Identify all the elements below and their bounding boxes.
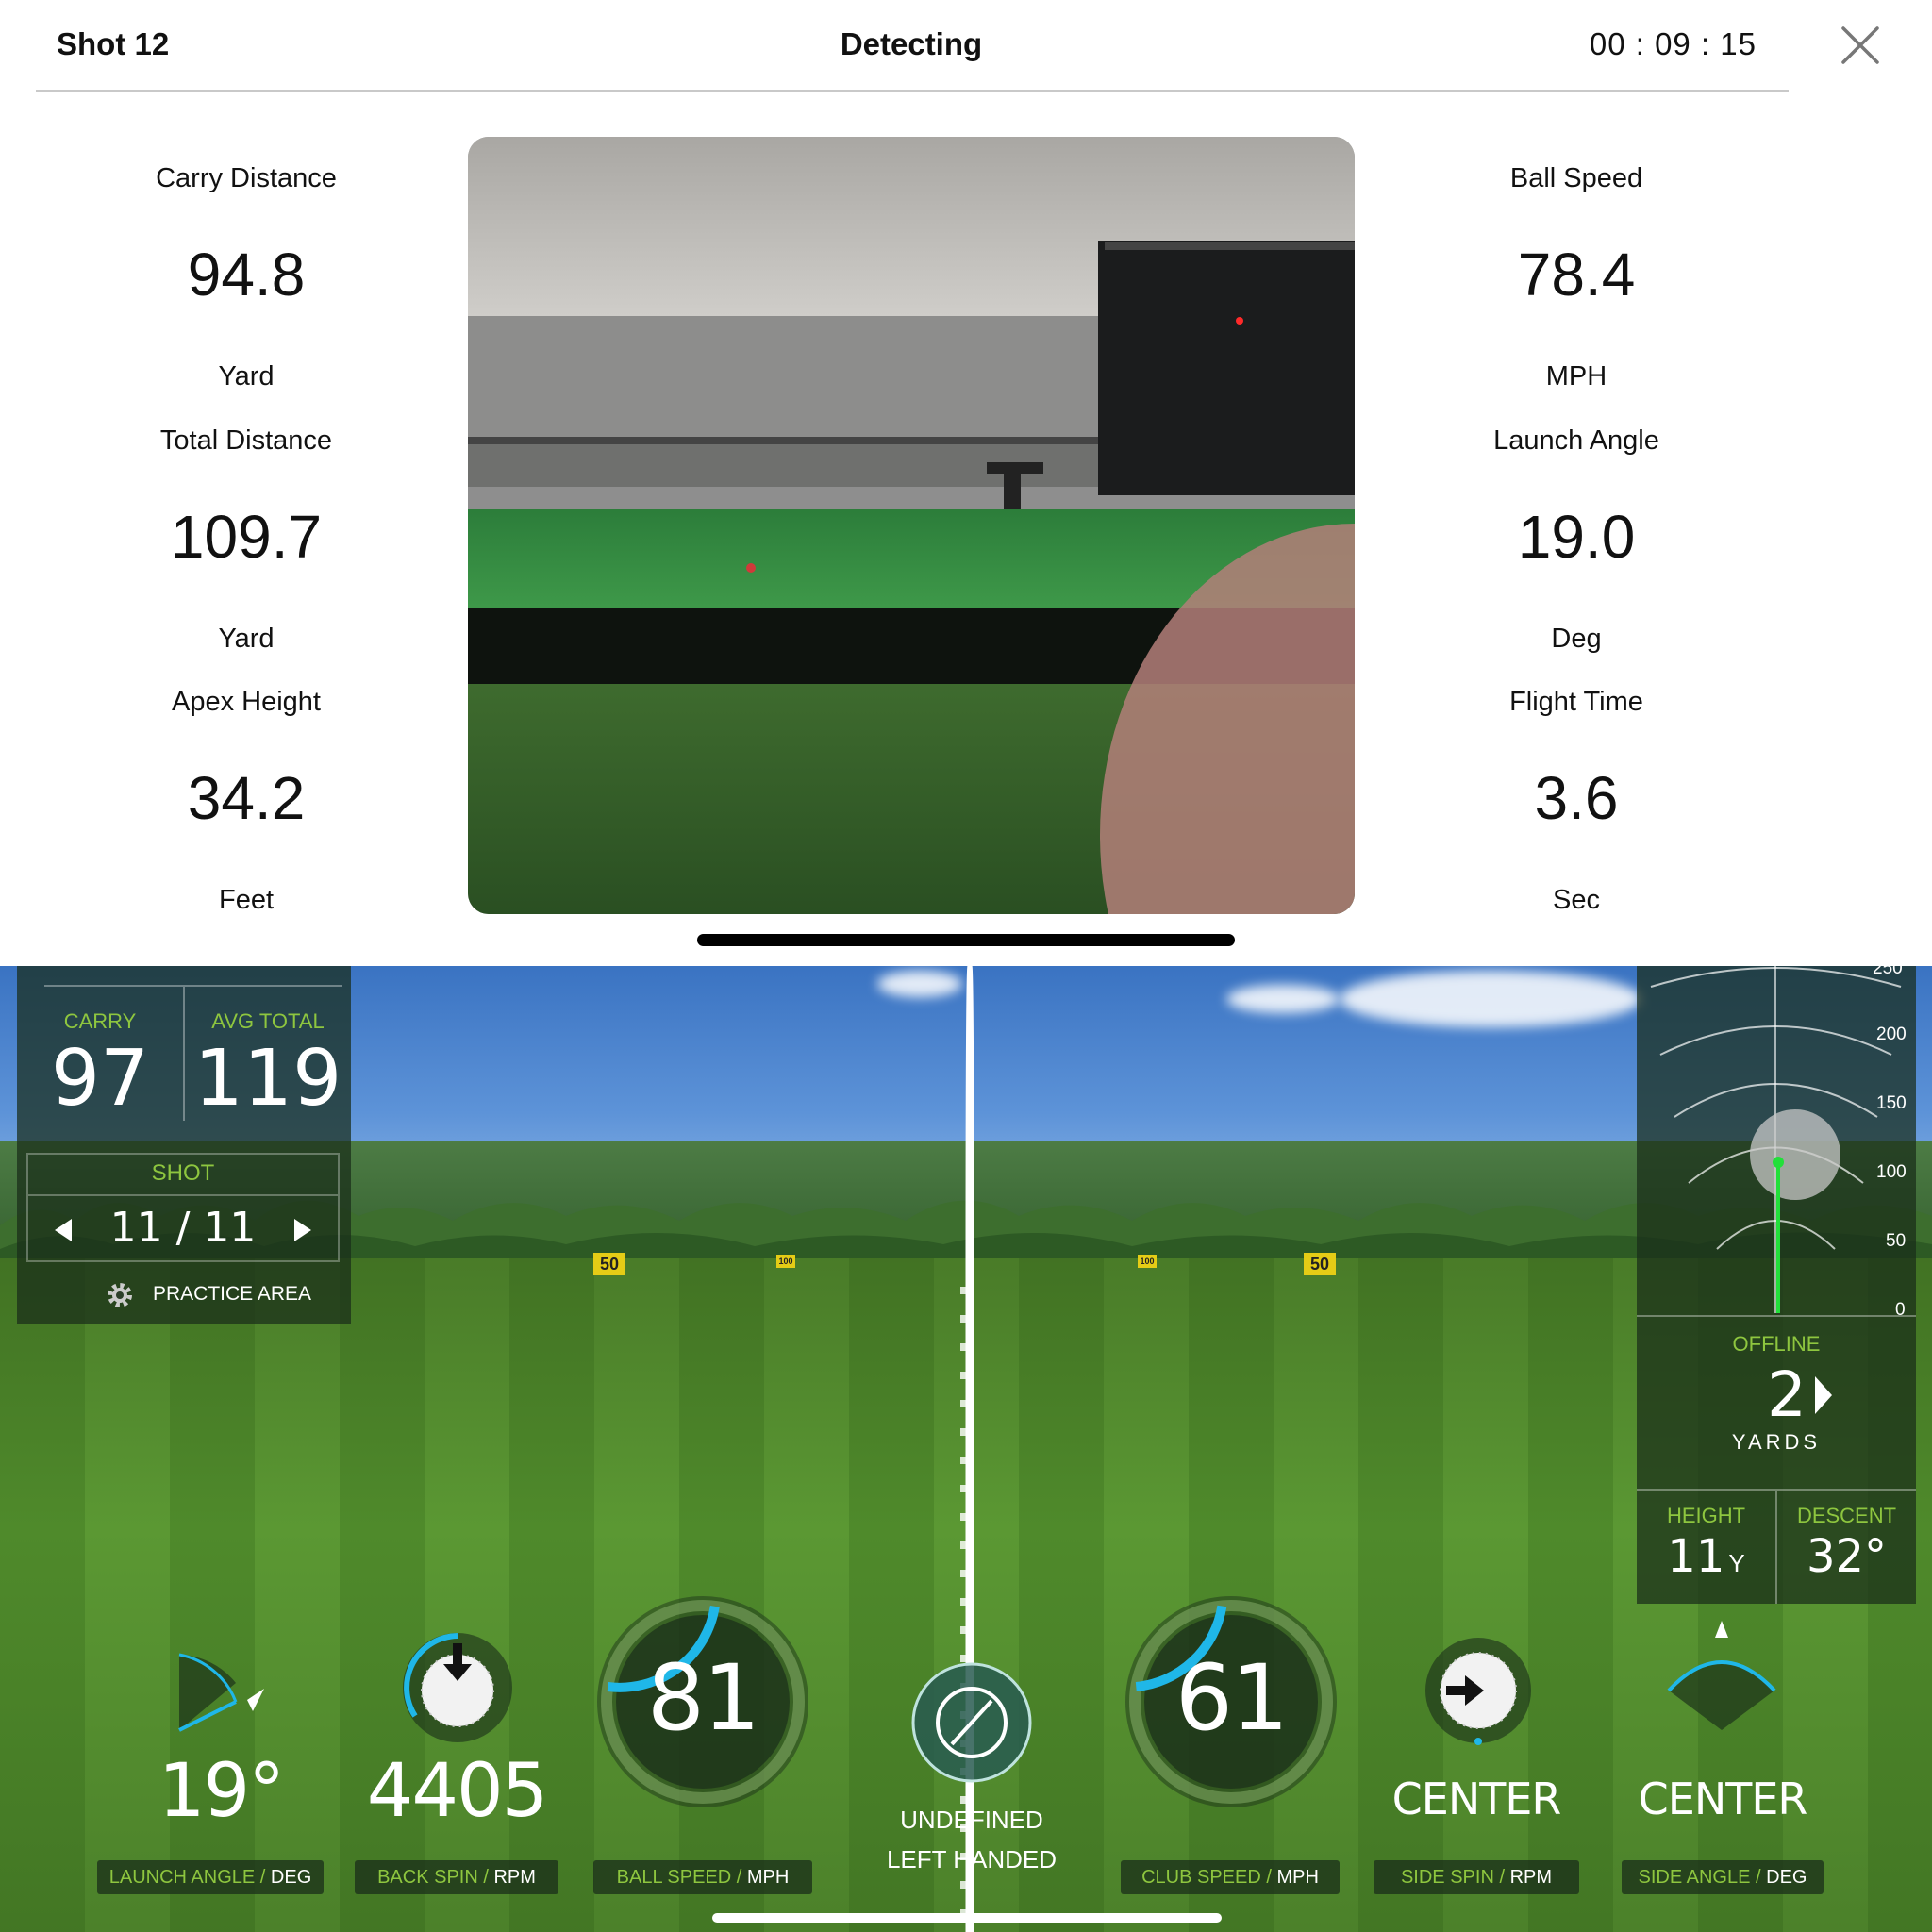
stat-label: Total Distance	[159, 425, 333, 456]
shot-selector: SHOT 11 / 11	[26, 1153, 340, 1262]
divider	[28, 1194, 338, 1196]
radar-tick: 100	[1876, 1162, 1907, 1182]
stat-label: Carry Distance	[156, 163, 337, 193]
carry-value: 97	[50, 1034, 150, 1124]
back-spin-ball-icon	[403, 1633, 512, 1742]
stat-unit: Feet	[218, 885, 275, 915]
stat-value: 19.0	[1517, 503, 1636, 571]
triangle-left-icon	[55, 1219, 72, 1241]
practice-area-button[interactable]: PRACTICE AREA	[83, 1275, 328, 1315]
range-simulator-view: 50 100 100 50 CARRY 97 AVG TOTAL 119 SHO…	[0, 966, 1932, 1932]
carry-label: CARRY	[63, 1009, 137, 1033]
session-timer: 00 : 09 : 15	[1589, 26, 1757, 61]
stat-value: 94.8	[187, 241, 306, 308]
ball-speed-label: BALL SPEED / MPH	[593, 1860, 812, 1894]
radar-tick: 0	[1895, 1300, 1906, 1320]
launch-angle-label: LAUNCH ANGLE / DEG	[97, 1860, 324, 1894]
gear-icon	[108, 1283, 132, 1307]
stat-label: Flight Time	[1509, 687, 1643, 717]
club-selector-button[interactable]	[910, 1661, 1033, 1784]
height-unit: Y	[1728, 1549, 1745, 1577]
close-icon	[1841, 26, 1879, 64]
avg-total-value: 119	[193, 1034, 342, 1124]
carry-panel: CARRY 97 AVG TOTAL 119 SHOT 11 / 11 PRAC…	[17, 966, 351, 1324]
club-speed-value: 61	[1174, 1645, 1289, 1751]
triangle-right-icon	[294, 1219, 311, 1241]
stat-label: Apex Height	[172, 687, 321, 717]
stat-label: Launch Angle	[1493, 425, 1659, 456]
home-indicator	[712, 1913, 1222, 1923]
shot-detail-panel: Shot 12 Detecting 00 : 09 : 15 Carry Dis…	[0, 0, 1932, 966]
side-angle-value: CENTER	[1638, 1774, 1808, 1824]
launch-angle-icon	[178, 1653, 264, 1732]
total-distance-stat: Total Distance 109.7 Yard	[48, 422, 444, 658]
no-club-icon	[911, 1662, 1032, 1783]
launch-angle-stat: Launch Angle 19.0 Deg	[1378, 422, 1774, 658]
camera-image	[468, 137, 1355, 914]
radar-tick: 50	[1886, 1231, 1907, 1251]
stat-label: Ball Speed	[1509, 163, 1643, 193]
divider	[1637, 1315, 1916, 1317]
practice-area-label: PRACTICE AREA	[153, 1283, 312, 1305]
ball-speed-stat: Ball Speed 78.4 MPH	[1378, 159, 1774, 395]
stat-unit: Yard	[218, 361, 275, 391]
offline-value: 2	[1767, 1358, 1807, 1431]
shot-label: SHOT	[151, 1160, 215, 1186]
stat-unit: Yard	[218, 624, 275, 654]
side-angle-label: SIDE ANGLE / DEG	[1622, 1860, 1824, 1894]
club-type: UNDEFINED	[900, 1806, 1043, 1834]
avg-total-label: AVG TOTAL	[211, 1009, 325, 1033]
stat-unit: Sec	[1553, 885, 1600, 915]
offline-unit: YARDS	[1731, 1430, 1822, 1454]
back-spin-label: BACK SPIN / RPM	[355, 1860, 558, 1894]
shot-counter: 11 / 11	[109, 1204, 257, 1252]
side-spin-ball-icon	[1425, 1638, 1531, 1745]
stat-value: 78.4	[1517, 241, 1636, 308]
descent-value: 32°	[1806, 1530, 1888, 1583]
club-speed-label: CLUB SPEED / MPH	[1121, 1860, 1340, 1894]
club-handedness: LEFT HANDED	[886, 1845, 1058, 1874]
carry-distance-stat: Carry Distance 94.8 Yard	[48, 159, 444, 395]
height-value: 11	[1667, 1530, 1725, 1583]
side-angle-icon	[1667, 1621, 1776, 1730]
radar-tick: 200	[1876, 1024, 1907, 1044]
height-label: HEIGHT	[1666, 1504, 1746, 1527]
radar-tick: 150	[1876, 1093, 1907, 1113]
ball-speed-value: 81	[646, 1645, 760, 1751]
apex-height-stat: Apex Height 34.2 Feet	[48, 683, 444, 919]
radar-chart	[1650, 966, 1902, 1313]
flight-time-stat: Flight Time 3.6 Sec	[1378, 683, 1774, 919]
camera-preview	[468, 137, 1355, 914]
stat-value: 109.7	[170, 503, 323, 571]
close-button[interactable]	[1840, 25, 1881, 66]
divider	[44, 985, 342, 987]
side-spin-value: CENTER	[1391, 1774, 1562, 1824]
sheet-drag-handle[interactable]	[697, 934, 1235, 946]
next-shot-button[interactable]	[289, 1213, 317, 1247]
offline-label: OFFLINE	[1732, 1332, 1821, 1356]
stat-value: 34.2	[187, 764, 306, 832]
flight-radar-panel: 250 200 150 100 50 0 OFFLINE 2 YARDS HEI…	[1637, 966, 1916, 1604]
header-divider	[36, 90, 1789, 92]
previous-shot-button[interactable]	[49, 1213, 77, 1247]
stat-unit: MPH	[1545, 361, 1607, 391]
stat-value: 3.6	[1534, 764, 1619, 832]
launch-angle-value: 19°	[158, 1749, 285, 1834]
stat-unit: Deg	[1551, 624, 1602, 654]
side-spin-label: SIDE SPIN / RPM	[1374, 1860, 1579, 1894]
offline-right-arrow-icon	[1815, 1376, 1832, 1414]
radar-tick: 250	[1873, 966, 1903, 978]
descent-label: DESCENT	[1796, 1504, 1897, 1527]
height-readout: 11 Y	[1637, 1530, 1775, 1583]
detection-status: Detecting	[840, 26, 983, 61]
back-spin-value: 4405	[366, 1749, 549, 1834]
